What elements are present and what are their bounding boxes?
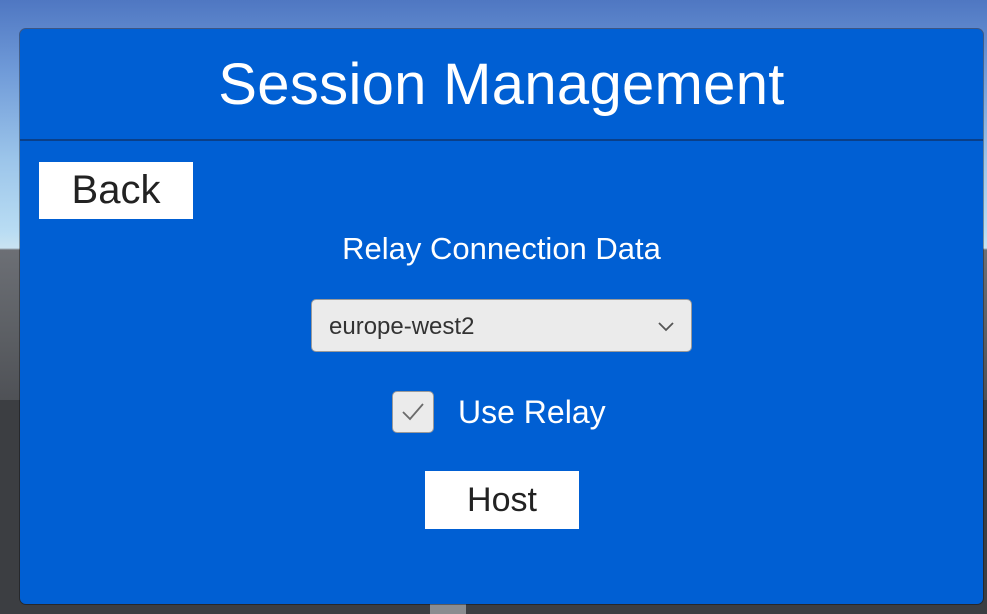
- panel-header: Session Management: [20, 29, 983, 141]
- checkmark-icon: [402, 403, 424, 421]
- chevron-down-icon: [658, 322, 674, 332]
- region-dropdown-value: europe-west2: [329, 313, 475, 340]
- host-button[interactable]: Host: [425, 471, 579, 529]
- use-relay-label: Use Relay: [458, 393, 606, 430]
- region-dropdown[interactable]: europe-west2: [311, 299, 692, 352]
- panel-title: Session Management: [218, 52, 785, 117]
- use-relay-toggle[interactable]: Use Relay: [392, 389, 606, 435]
- session-management-panel: Session Management Back Relay Connection…: [20, 29, 983, 604]
- use-relay-checkbox[interactable]: [392, 391, 434, 433]
- relay-connection-label: Relay Connection Data: [342, 231, 661, 266]
- back-button[interactable]: Back: [39, 162, 193, 219]
